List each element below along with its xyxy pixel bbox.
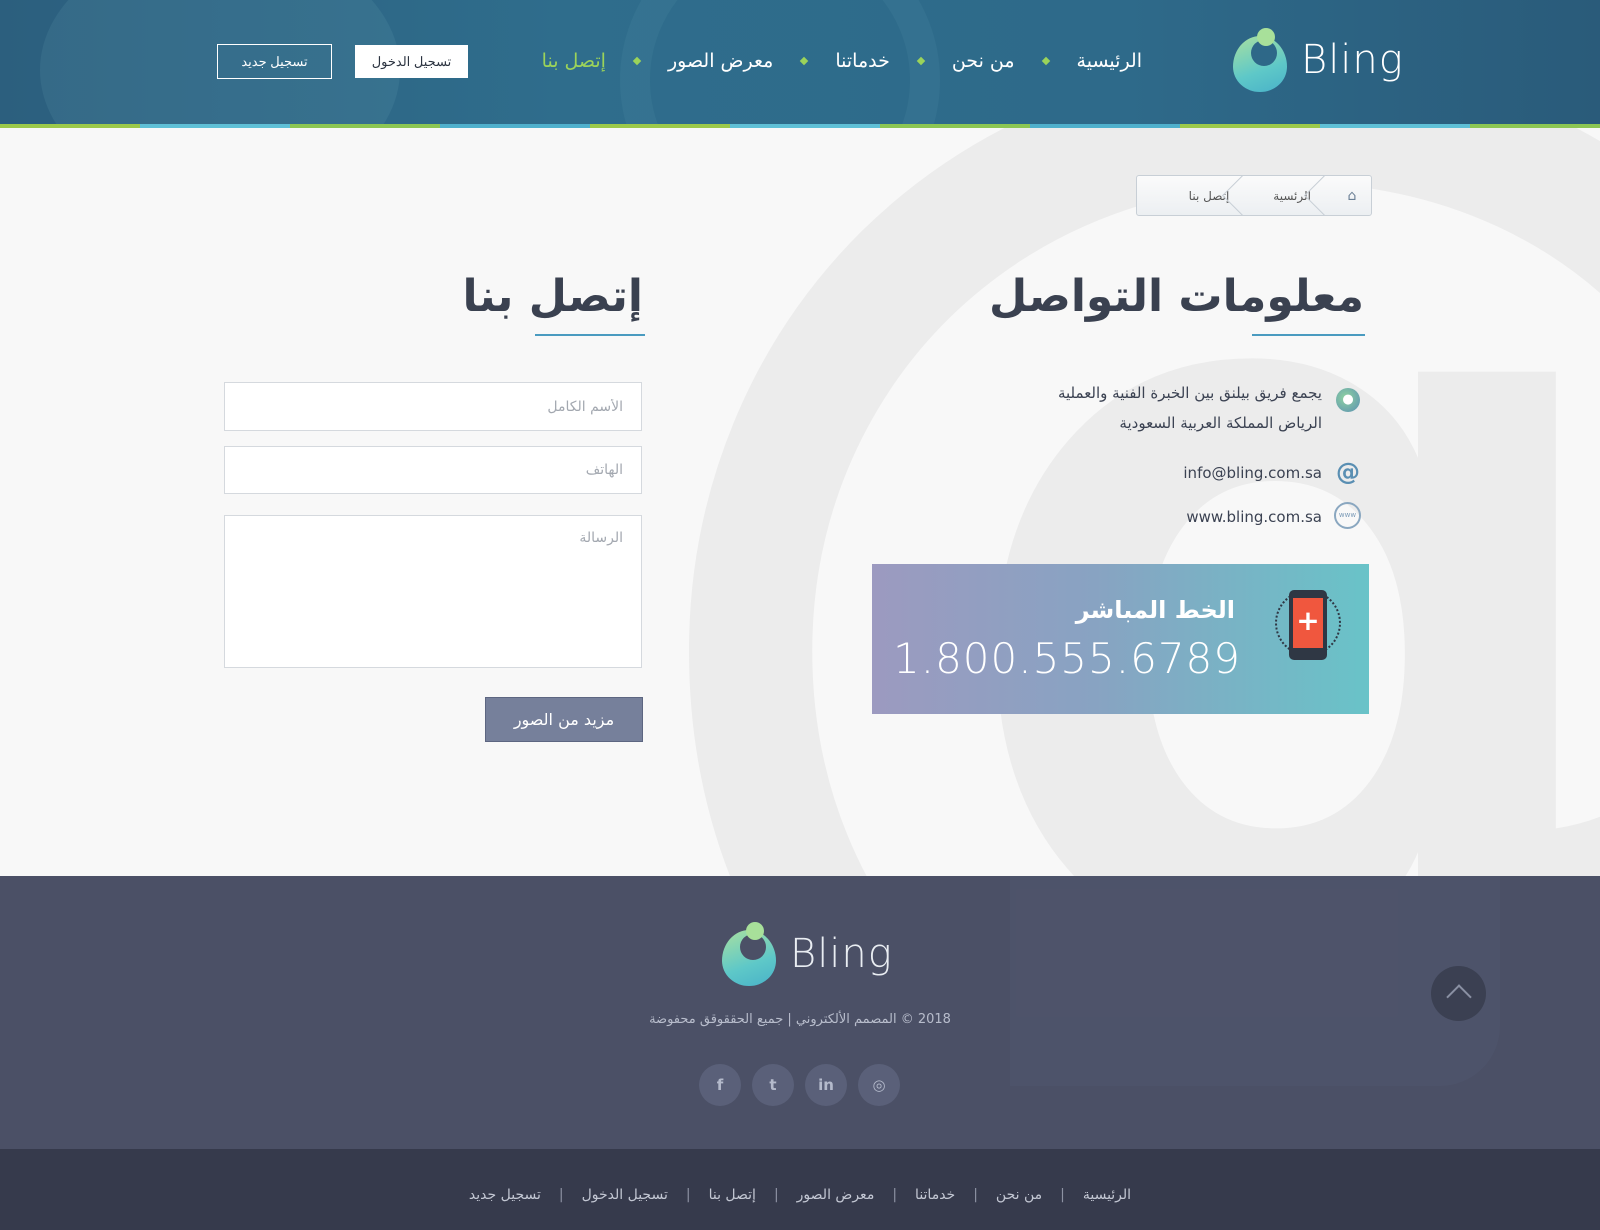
nav-item-contact[interactable]: إتصل بنا (542, 50, 606, 72)
footer-link-register[interactable]: تسجيل جديد (469, 1187, 541, 1203)
login-button[interactable]: تسجيل الدخول (355, 45, 468, 78)
site-header: Bling الرئيسية من نحن خدماتنا معرض الصور… (0, 0, 1600, 128)
email-icon: @ (1336, 458, 1360, 486)
footer-link-divider: | (1060, 1187, 1065, 1203)
nav-item-gallery[interactable]: معرض الصور (668, 50, 773, 72)
footer-link-services[interactable]: خدماتنا (915, 1187, 955, 1203)
logo-text: Bling (1301, 37, 1404, 83)
nav-item-services[interactable]: خدماتنا (835, 50, 890, 72)
footer-link-divider: | (685, 1187, 691, 1203)
title-underline (1252, 334, 1365, 336)
message-textarea[interactable] (224, 515, 642, 668)
footer-link-home[interactable]: الرئيسية (1083, 1187, 1131, 1203)
social-links: f t in ◎ (699, 1064, 900, 1106)
nav-separator (632, 56, 642, 66)
address-line-1: يجمع فريق بيلنق بين الخبرة الفنية والعمل… (1057, 384, 1322, 402)
footer-decoration (1010, 876, 1500, 1086)
title-underline (535, 334, 645, 336)
nav-separator (916, 56, 926, 66)
site-footer: Bling 2018 © المصمم الألكتروني | جميع ال… (0, 876, 1600, 1149)
contact-form-title: إتصل بنا (462, 271, 643, 322)
nav-separator (800, 56, 809, 66)
register-button[interactable]: تسجيل جديد (217, 44, 332, 79)
submit-button[interactable]: مزيد من الصور (485, 697, 643, 742)
mobile-phone-icon (1289, 590, 1327, 660)
twitter-icon[interactable]: t (752, 1064, 794, 1106)
phone-input[interactable] (224, 446, 642, 494)
address-line-2: الرياض المملكة العربية السعودية (1119, 414, 1322, 432)
instagram-icon[interactable]: ◎ (858, 1064, 900, 1106)
footer-link-divider: | (892, 1187, 898, 1203)
scroll-to-top-button[interactable] (1431, 966, 1486, 1021)
logo-drop-icon (1233, 28, 1291, 92)
footer-bottom-bar: الرئيسية | من نحن | خدماتنا | معرض الصور… (0, 1149, 1600, 1230)
hotline-title: الخط المباشر (1075, 596, 1235, 624)
nav-separator (1041, 56, 1050, 66)
footer-link-login[interactable]: تسجيل الدخول (582, 1187, 668, 1203)
map-pin-icon: ● (1336, 388, 1360, 412)
website-link[interactable]: www.bling.com.sa (1186, 502, 1322, 532)
footer-logo-text: Bling (790, 931, 893, 977)
footer-link-about[interactable]: من نحن (996, 1187, 1042, 1203)
contact-info-title: معلومات التواصل (989, 271, 1364, 322)
copyright-text: 2018 © المصمم الألكتروني | جميع الحققوقق… (649, 1012, 951, 1027)
main-nav: الرئيسية من نحن خدماتنا معرض الصور إتصل … (542, 50, 1142, 72)
facebook-icon[interactable]: f (699, 1064, 741, 1106)
footer-nav: الرئيسية | من نحن | خدماتنا | معرض الصور… (0, 1187, 1600, 1203)
breadcrumb: ⌂ الرئسية إتصل بنا (1136, 175, 1372, 216)
linkedin-icon[interactable]: in (805, 1064, 847, 1106)
footer-link-gallery[interactable]: معرض الصور (797, 1187, 875, 1203)
full-name-input[interactable] (224, 382, 642, 431)
nav-item-home[interactable]: الرئيسية (1077, 50, 1142, 72)
footer-link-divider: | (973, 1187, 978, 1203)
background-at-symbol: @ (600, 128, 1600, 876)
footer-logo[interactable]: Bling (722, 922, 893, 986)
footer-link-divider: | (558, 1187, 564, 1203)
hotline-box: الخط المباشر 1.800.555.6789 (872, 564, 1369, 714)
nav-item-about[interactable]: من نحن (952, 50, 1015, 72)
address-block: يجمع فريق بيلنق بين الخبرة الفنية والعمل… (1058, 378, 1322, 438)
site-logo[interactable]: Bling (1233, 28, 1404, 92)
logo-drop-icon (722, 922, 780, 986)
footer-link-divider: | (773, 1187, 779, 1203)
hotline-number[interactable]: 1.800.555.6789 (893, 634, 1241, 683)
main-content: @ ⌂ الرئسية إتصل بنا معلومات التواصل ● ي… (0, 128, 1600, 876)
footer-link-contact[interactable]: إتصل بنا (709, 1187, 756, 1203)
email-link[interactable]: info@bling.com.sa (1183, 458, 1322, 488)
globe-icon: www (1334, 502, 1361, 529)
